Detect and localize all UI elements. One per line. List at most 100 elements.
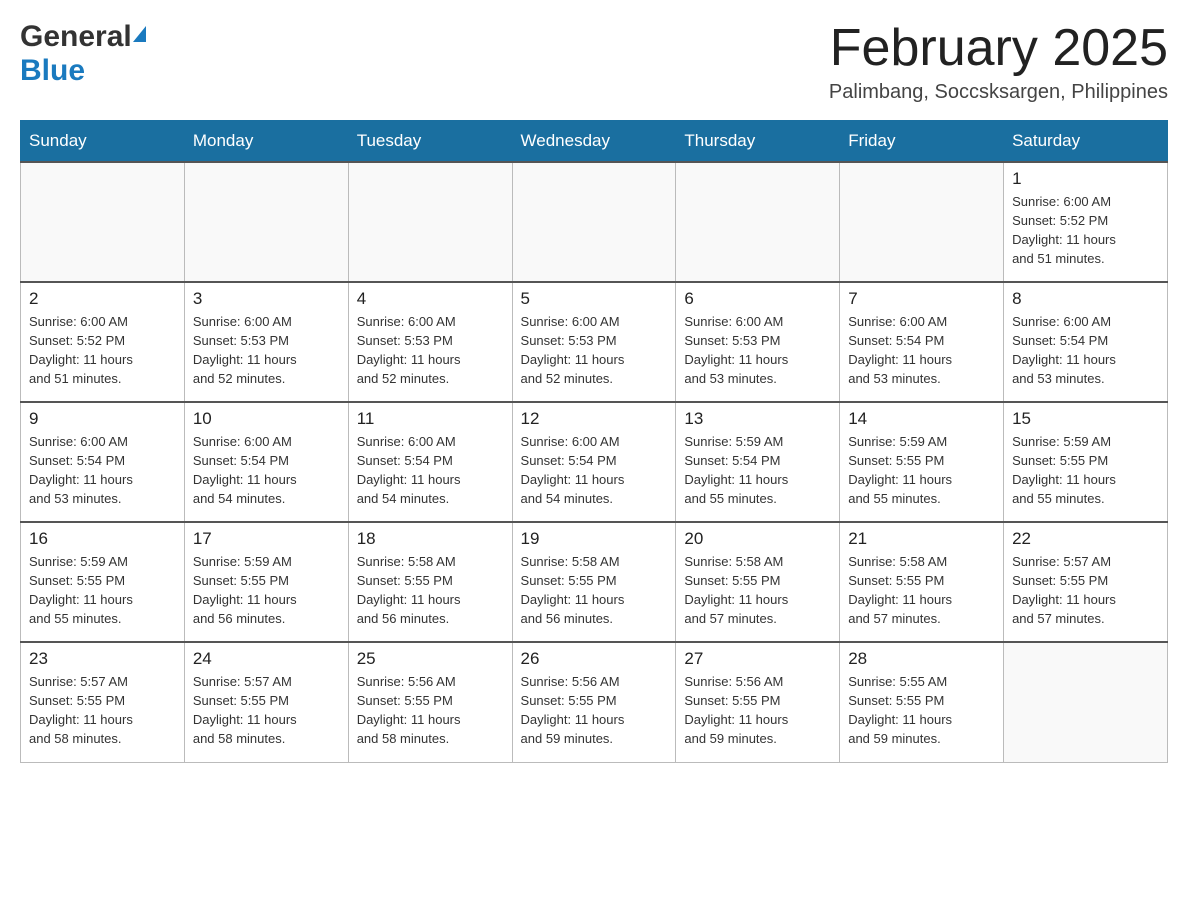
weekday-header-row: SundayMondayTuesdayWednesdayThursdayFrid… — [21, 121, 1168, 163]
calendar-cell: 18 Sunrise: 5:58 AM Sunset: 5:55 PM Dayli… — [348, 522, 512, 642]
calendar-cell: 6Sunrise: 6:00 AM Sunset: 5:53 PM Daylig… — [676, 282, 840, 402]
calendar-cell: 1 Sunrise: 6:00 AM Sunset: 5:52 PM Daylig… — [1004, 162, 1168, 282]
day-info: Sunrise: 6:00 AM Sunset: 5:53 PM Dayligh… — [521, 313, 668, 388]
calendar-cell: 12 Sunrise: 6:00 AM Sunset: 5:54 PM Dayli… — [512, 402, 676, 522]
calendar-cell: 19 Sunrise: 5:58 AM Sunset: 5:55 PM Dayli… — [512, 522, 676, 642]
day-number: 23 — [29, 649, 176, 669]
day-number: 20 — [684, 529, 831, 549]
day-number: 8 — [1012, 289, 1159, 309]
calendar-cell: 14 Sunrise: 5:59 AM Sunset: 5:55 PM Dayli… — [840, 402, 1004, 522]
day-number: 19 — [521, 529, 668, 549]
day-number: 11 — [357, 409, 504, 429]
day-info: Sunrise: 5:58 AM Sunset: 5:55 PM Dayligh… — [684, 553, 831, 628]
day-info: Sunrise: 5:56 AM Sunset: 5:55 PM Dayligh… — [684, 673, 831, 748]
weekday-header-monday: Monday — [184, 121, 348, 163]
day-number: 13 — [684, 409, 831, 429]
weekday-header-friday: Friday — [840, 121, 1004, 163]
calendar-cell: 27Sunrise: 5:56 AM Sunset: 5:55 PM Dayli… — [676, 642, 840, 762]
calendar-cell: 8 Sunrise: 6:00 AM Sunset: 5:54 PM Daylig… — [1004, 282, 1168, 402]
title-section: February 2025 Palimbang, Soccsksargen, P… — [829, 20, 1168, 104]
logo-general-text: General — [20, 20, 132, 54]
day-number: 22 — [1012, 529, 1159, 549]
calendar-cell: 23 Sunrise: 5:57 AM Sunset: 5:55 PM Dayli… — [21, 642, 185, 762]
day-info: Sunrise: 5:55 AM Sunset: 5:55 PM Dayligh… — [848, 673, 995, 748]
weekday-header-wednesday: Wednesday — [512, 121, 676, 163]
day-info: Sunrise: 6:00 AM Sunset: 5:52 PM Dayligh… — [29, 313, 176, 388]
day-info: Sunrise: 5:57 AM Sunset: 5:55 PM Dayligh… — [1012, 553, 1159, 628]
day-number: 3 — [193, 289, 340, 309]
day-number: 4 — [357, 289, 504, 309]
week-row-3: 9 Sunrise: 6:00 AM Sunset: 5:54 PM Daylig… — [21, 402, 1168, 522]
calendar-cell: 20 Sunrise: 5:58 AM Sunset: 5:55 PM Dayli… — [676, 522, 840, 642]
day-number: 21 — [848, 529, 995, 549]
calendar-cell: 9 Sunrise: 6:00 AM Sunset: 5:54 PM Daylig… — [21, 402, 185, 522]
weekday-header-thursday: Thursday — [676, 121, 840, 163]
location-text: Palimbang, Soccsksargen, Philippines — [829, 81, 1168, 104]
weekday-header-tuesday: Tuesday — [348, 121, 512, 163]
calendar-cell: 3Sunrise: 6:00 AM Sunset: 5:53 PM Daylig… — [184, 282, 348, 402]
calendar-cell: 17Sunrise: 5:59 AM Sunset: 5:55 PM Dayli… — [184, 522, 348, 642]
day-info: Sunrise: 5:59 AM Sunset: 5:55 PM Dayligh… — [29, 553, 176, 628]
calendar-cell — [184, 162, 348, 282]
calendar-cell: 25 Sunrise: 5:56 AM Sunset: 5:55 PM Dayli… — [348, 642, 512, 762]
day-number: 2 — [29, 289, 176, 309]
day-info: Sunrise: 6:00 AM Sunset: 5:54 PM Dayligh… — [357, 433, 504, 508]
calendar-table: SundayMondayTuesdayWednesdayThursdayFrid… — [20, 120, 1168, 763]
day-number: 9 — [29, 409, 176, 429]
day-number: 16 — [29, 529, 176, 549]
day-info: Sunrise: 5:56 AM Sunset: 5:55 PM Dayligh… — [357, 673, 504, 748]
logo-arrow-icon — [133, 26, 146, 42]
logo: General Blue — [20, 20, 146, 88]
calendar-cell — [348, 162, 512, 282]
day-info: Sunrise: 5:59 AM Sunset: 5:55 PM Dayligh… — [1012, 433, 1159, 508]
calendar-cell: 28 Sunrise: 5:55 AM Sunset: 5:55 PM Dayli… — [840, 642, 1004, 762]
day-number: 15 — [1012, 409, 1159, 429]
day-info: Sunrise: 6:00 AM Sunset: 5:54 PM Dayligh… — [1012, 313, 1159, 388]
calendar-cell: 10 Sunrise: 6:00 AM Sunset: 5:54 PM Dayli… — [184, 402, 348, 522]
calendar-cell: 24Sunrise: 5:57 AM Sunset: 5:55 PM Dayli… — [184, 642, 348, 762]
day-number: 18 — [357, 529, 504, 549]
day-info: Sunrise: 6:00 AM Sunset: 5:54 PM Dayligh… — [193, 433, 340, 508]
day-info: Sunrise: 6:00 AM Sunset: 5:53 PM Dayligh… — [357, 313, 504, 388]
calendar-cell: 11 Sunrise: 6:00 AM Sunset: 5:54 PM Dayli… — [348, 402, 512, 522]
day-number: 7 — [848, 289, 995, 309]
logo-blue-text: Blue — [20, 54, 85, 88]
calendar-cell — [512, 162, 676, 282]
weekday-header-sunday: Sunday — [21, 121, 185, 163]
day-number: 10 — [193, 409, 340, 429]
day-info: Sunrise: 5:58 AM Sunset: 5:55 PM Dayligh… — [521, 553, 668, 628]
day-info: Sunrise: 6:00 AM Sunset: 5:52 PM Dayligh… — [1012, 193, 1159, 268]
day-number: 28 — [848, 649, 995, 669]
day-number: 25 — [357, 649, 504, 669]
day-number: 26 — [521, 649, 668, 669]
day-info: Sunrise: 5:58 AM Sunset: 5:55 PM Dayligh… — [357, 553, 504, 628]
week-row-1: 1 Sunrise: 6:00 AM Sunset: 5:52 PM Daylig… — [21, 162, 1168, 282]
day-number: 14 — [848, 409, 995, 429]
week-row-2: 2 Sunrise: 6:00 AM Sunset: 5:52 PM Daylig… — [21, 282, 1168, 402]
calendar-cell: 2 Sunrise: 6:00 AM Sunset: 5:52 PM Daylig… — [21, 282, 185, 402]
calendar-cell — [676, 162, 840, 282]
page-header: General Blue February 2025 Palimbang, So… — [20, 20, 1168, 104]
day-info: Sunrise: 5:56 AM Sunset: 5:55 PM Dayligh… — [521, 673, 668, 748]
day-number: 5 — [521, 289, 668, 309]
calendar-cell: 16 Sunrise: 5:59 AM Sunset: 5:55 PM Dayli… — [21, 522, 185, 642]
day-number: 12 — [521, 409, 668, 429]
week-row-4: 16 Sunrise: 5:59 AM Sunset: 5:55 PM Dayli… — [21, 522, 1168, 642]
day-number: 6 — [684, 289, 831, 309]
day-info: Sunrise: 5:59 AM Sunset: 5:54 PM Dayligh… — [684, 433, 831, 508]
calendar-cell: 21Sunrise: 5:58 AM Sunset: 5:55 PM Dayli… — [840, 522, 1004, 642]
day-info: Sunrise: 6:00 AM Sunset: 5:54 PM Dayligh… — [29, 433, 176, 508]
day-info: Sunrise: 6:00 AM Sunset: 5:54 PM Dayligh… — [521, 433, 668, 508]
calendar-cell: 26 Sunrise: 5:56 AM Sunset: 5:55 PM Dayli… — [512, 642, 676, 762]
day-number: 24 — [193, 649, 340, 669]
week-row-5: 23 Sunrise: 5:57 AM Sunset: 5:55 PM Dayli… — [21, 642, 1168, 762]
calendar-cell — [1004, 642, 1168, 762]
calendar-cell: 22 Sunrise: 5:57 AM Sunset: 5:55 PM Dayli… — [1004, 522, 1168, 642]
calendar-cell — [840, 162, 1004, 282]
day-info: Sunrise: 5:57 AM Sunset: 5:55 PM Dayligh… — [29, 673, 176, 748]
weekday-header-saturday: Saturday — [1004, 121, 1168, 163]
calendar-cell: 15 Sunrise: 5:59 AM Sunset: 5:55 PM Dayli… — [1004, 402, 1168, 522]
calendar-cell: 13 Sunrise: 5:59 AM Sunset: 5:54 PM Dayli… — [676, 402, 840, 522]
day-number: 1 — [1012, 169, 1159, 189]
day-info: Sunrise: 5:59 AM Sunset: 5:55 PM Dayligh… — [848, 433, 995, 508]
